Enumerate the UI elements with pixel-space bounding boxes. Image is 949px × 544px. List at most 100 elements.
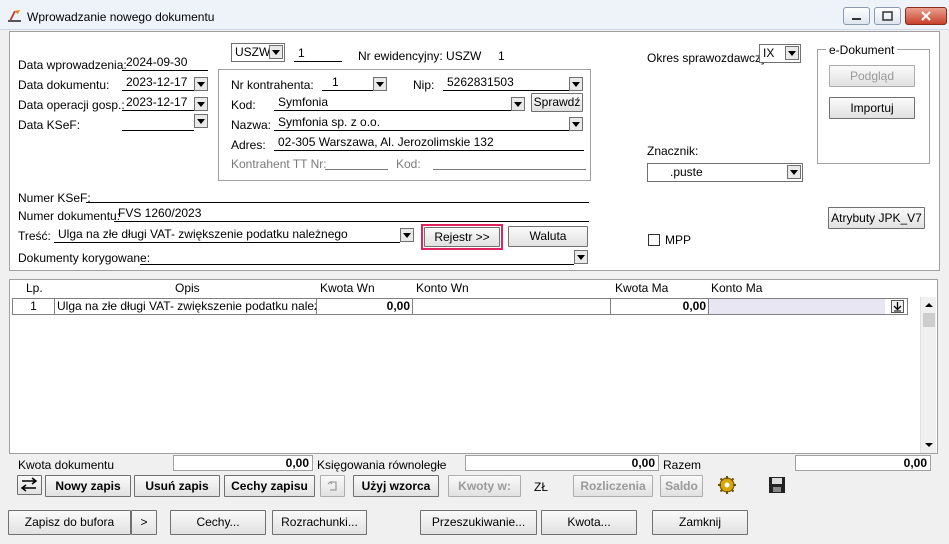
data-operacji-dropdown[interactable]: [194, 97, 208, 111]
row-opis[interactable]: Ulga na złe długi VAT- zwiększenie podat…: [55, 299, 317, 314]
nip-field[interactable]: 5262831503: [443, 75, 569, 91]
usun-zapis-button[interactable]: Usuń zapis: [134, 475, 220, 497]
save-disk-button[interactable]: [768, 476, 786, 494]
chevron-down-icon: [197, 101, 205, 107]
dokumenty-korygowane-field[interactable]: [140, 249, 574, 265]
rejestr-dropdown[interactable]: [269, 45, 283, 59]
nip-label: Nip:: [413, 78, 435, 92]
przeszukiwanie-button[interactable]: Przeszukiwanie...: [420, 510, 537, 535]
nr-ewidencyjny-number: 1: [498, 49, 505, 63]
nowy-zapis-button[interactable]: Nowy zapis: [45, 475, 131, 497]
numer-dokumentu-field[interactable]: FVS 1260/2023: [114, 206, 589, 222]
data-dokumentu-field[interactable]: 2023-12-17: [122, 75, 194, 91]
row-konto-wn[interactable]: [413, 299, 611, 314]
row-kwota-wn[interactable]: 0,00: [317, 299, 413, 314]
kwota-dokumentu-label: Kwota dokumentu: [18, 458, 115, 472]
kontrahent-tt-field[interactable]: [325, 154, 388, 170]
data-operacji-label: Data operacji gosp.:: [18, 98, 125, 112]
kontrahent-tt-kod-label: Kod:: [396, 157, 421, 171]
tresc-field[interactable]: Ulga na złe długi VAT- zwiększenie podat…: [54, 227, 400, 243]
cechy-button[interactable]: Cechy...: [170, 510, 266, 535]
gear-icon: [718, 476, 736, 494]
znacznik-label: Znacznik:: [647, 144, 699, 158]
floppy-disk-icon: [769, 477, 785, 493]
okres-dropdown[interactable]: [785, 46, 799, 60]
nazwa-label: Nazwa:: [231, 118, 272, 132]
uzyj-wzorca-button[interactable]: Użyj wzorca: [353, 475, 439, 497]
minimize-button[interactable]: [843, 7, 870, 25]
lines-icon: [20, 477, 37, 492]
chevron-down-icon: [572, 81, 580, 87]
dokumenty-korygowane-dropdown[interactable]: [574, 250, 588, 264]
nip-dropdown[interactable]: [569, 77, 583, 91]
rejestr-number[interactable]: 1: [294, 46, 342, 62]
row-kwota-ma[interactable]: 0,00: [611, 299, 709, 314]
window-title: Wprowadzanie nowego dokumentu: [27, 10, 215, 24]
chevron-down-icon: [272, 49, 280, 55]
zamknij-button[interactable]: Zamknij: [652, 510, 748, 535]
nazwa-field[interactable]: Symfonia sp. z o.o.: [274, 115, 570, 131]
nazwa-dropdown[interactable]: [569, 117, 583, 131]
sprawdz-button[interactable]: Sprawdź: [531, 93, 583, 112]
col-konto-wn: Konto Wn: [416, 281, 469, 295]
settings-gear-button[interactable]: [717, 475, 737, 495]
razem-label: Razem: [663, 458, 702, 472]
undo-button[interactable]: [320, 475, 345, 497]
scroll-thumb[interactable]: [923, 313, 935, 327]
chevron-down-icon: [788, 50, 796, 56]
nr-kontrahenta-field[interactable]: 1: [322, 75, 374, 91]
kod-field[interactable]: Symfonia: [274, 95, 512, 111]
rejestr-button[interactable]: Rejestr >>: [424, 227, 500, 247]
row-konto-ma[interactable]: [709, 299, 885, 314]
data-dokumentu-label: Data dokumentu:: [18, 78, 110, 92]
cechy-zapisu-button[interactable]: Cechy zapisu: [224, 475, 315, 497]
znacznik-select[interactable]: .puste: [647, 163, 803, 182]
zapisz-do-bufora-button[interactable]: Zapisz do bufora: [8, 510, 131, 535]
data-ksef-dropdown[interactable]: [194, 114, 208, 128]
adres-field[interactable]: 02-305 Warszawa, Al. Jerozolimskie 132: [274, 135, 584, 151]
col-kwota-ma: Kwota Ma: [615, 281, 669, 295]
kod-label: Kod:: [231, 98, 256, 112]
znacznik-dropdown[interactable]: [787, 165, 801, 179]
more-options-button[interactable]: >: [131, 510, 157, 535]
arrow-down-icon: [893, 302, 902, 312]
ksiegowania-label: Księgowania równoległe: [317, 458, 447, 472]
konto-ma-lookup-button[interactable]: [891, 300, 904, 313]
undo-icon: [327, 481, 337, 491]
chevron-down-icon: [790, 169, 798, 175]
grid-vertical-scrollbar[interactable]: [920, 297, 936, 453]
numer-ksef-field[interactable]: [86, 187, 589, 203]
toggle-lines-button[interactable]: [17, 475, 42, 495]
col-konto-ma: Konto Ma: [711, 281, 763, 295]
kwoty-w-button[interactable]: Kwoty w:: [448, 475, 521, 497]
app-icon: [8, 10, 21, 22]
data-operacji-field[interactable]: 2023-12-17: [122, 95, 194, 111]
rozrachunki-button[interactable]: Rozrachunki...: [272, 510, 367, 535]
data-ksef-field[interactable]: [122, 115, 194, 131]
kod-dropdown[interactable]: [511, 97, 525, 111]
waluta-button[interactable]: Waluta: [508, 226, 588, 247]
saldo-button[interactable]: Saldo: [660, 475, 703, 497]
podglad-button[interactable]: Podgląd: [829, 65, 915, 87]
kwota-button[interactable]: Kwota...: [541, 510, 637, 535]
data-dokumentu-dropdown[interactable]: [194, 77, 208, 91]
mpp-label: MPP: [665, 233, 692, 247]
kwota-dokumentu-value: 0,00: [173, 455, 313, 471]
importuj-button[interactable]: Importuj: [829, 97, 915, 119]
nr-kontrahenta-label: Nr kontrahenta:: [231, 78, 314, 92]
scroll-up-icon: [925, 303, 933, 307]
rozliczenia-button[interactable]: Rozliczenia: [573, 475, 653, 497]
rejestr-code: USZW: [235, 45, 271, 59]
kontrahent-tt-kod-field[interactable]: [433, 154, 586, 170]
table-row[interactable]: 1 Ulga na złe długi VAT- zwiększenie pod…: [12, 298, 908, 315]
mpp-checkbox[interactable]: [648, 234, 660, 246]
tresc-dropdown[interactable]: [400, 228, 414, 242]
chevron-down-icon: [376, 81, 384, 87]
maximize-button[interactable]: [874, 7, 901, 25]
close-button[interactable]: [905, 7, 947, 25]
nr-kontrahenta-dropdown[interactable]: [373, 77, 387, 91]
chevron-down-icon: [403, 232, 411, 238]
chevron-down-icon: [197, 118, 205, 124]
atrybuty-jpk-button[interactable]: Atrybuty JPK_V7: [828, 207, 925, 229]
chevron-down-icon: [197, 81, 205, 87]
